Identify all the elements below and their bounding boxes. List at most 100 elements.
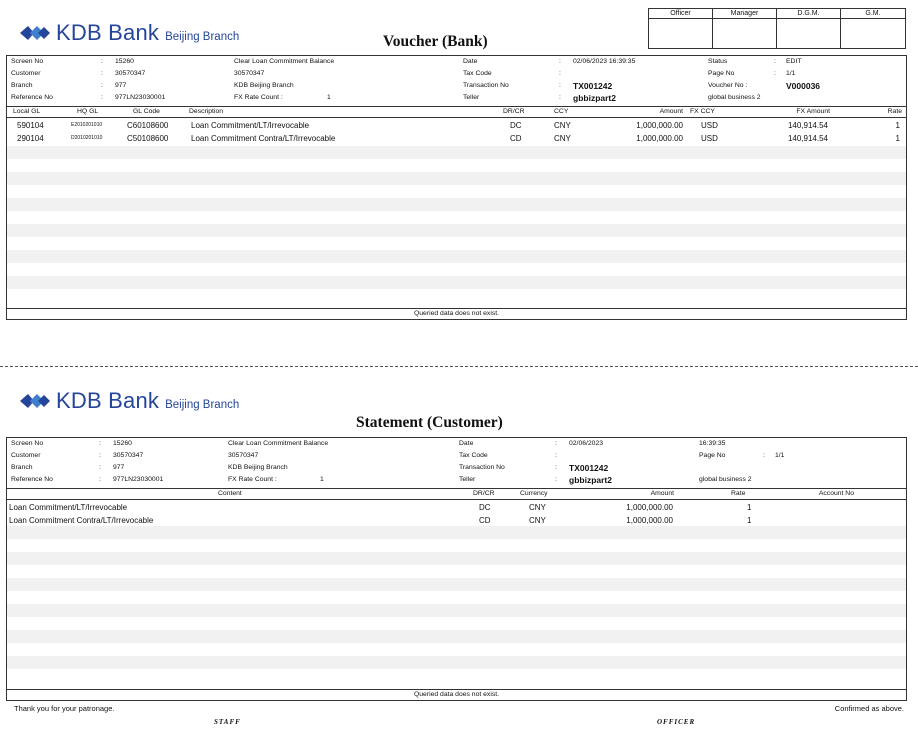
- value: 977: [113, 464, 125, 471]
- cell-hq-gl: E2010201010: [71, 122, 103, 128]
- voucher-table-header: Local GL HQ GL GL Code Description DR/CR…: [7, 106, 906, 118]
- label: Teller: [463, 94, 480, 101]
- brand-branch: Beijing Branch: [165, 30, 240, 43]
- signoff-space: [649, 19, 713, 48]
- label: Voucher No :: [708, 82, 748, 89]
- statement-table-header: Content DR/CR Currency Amount Rate Accou…: [7, 488, 906, 500]
- thanks-text: Thank you for your patronage.: [14, 704, 115, 713]
- label: Status: [708, 58, 728, 65]
- value: KDB Beijing Branch: [228, 464, 288, 471]
- kdb-logo-icon: [20, 394, 50, 408]
- cell-amount: 1,000,000.00: [626, 503, 673, 512]
- value: 1/1: [775, 452, 785, 459]
- col-ccy: CCY: [554, 108, 569, 115]
- brand-name: KDB Bank: [56, 20, 160, 45]
- kdb-logo-icon: [20, 26, 50, 40]
- value: gbbizpart2: [573, 93, 616, 103]
- label: Reference No: [11, 476, 53, 483]
- label: Page No: [699, 452, 726, 459]
- signoff-gm: G.M.: [841, 9, 905, 19]
- table-row[interactable]: 590104 E2010201010 C60108600 Loan Commit…: [7, 119, 906, 132]
- cell-drcr: DC: [479, 503, 491, 512]
- col-drcr: DR/CR: [473, 490, 495, 497]
- row-stripe: [7, 146, 906, 159]
- value: 15260: [115, 58, 134, 65]
- brand-branch: Beijing Branch: [165, 398, 240, 411]
- cell-gl-code: C50108600: [127, 134, 169, 143]
- row-stripe: [7, 224, 906, 237]
- col-hq-gl: HQ GL: [77, 108, 99, 115]
- col-local-gl: Local GL: [13, 108, 41, 115]
- value: Clear Loan Commitment Balance: [228, 440, 329, 447]
- col-rate: Rate: [887, 108, 902, 115]
- cell-fx-ccy: USD: [701, 121, 718, 130]
- col-fx-ccy: FX CCY: [690, 108, 715, 115]
- row-stripe: [7, 198, 906, 211]
- signoff-space: [777, 19, 841, 48]
- value: 977: [115, 82, 127, 89]
- label: Branch: [11, 464, 33, 471]
- voucher-info: Screen No : 15260 Customer : 30570347 Br…: [11, 58, 821, 103]
- cell-rate: 1: [747, 503, 752, 512]
- signoff-officer: Officer: [649, 9, 713, 19]
- cell-local-gl: 590104: [17, 121, 44, 130]
- signoff-space: [841, 19, 905, 48]
- value: 1: [320, 476, 324, 483]
- value: 16:39:35: [699, 440, 726, 447]
- signoff-box: Officer Manager D.G.M. G.M.: [648, 8, 906, 49]
- value: TX001242: [573, 81, 613, 91]
- label: Teller: [459, 476, 476, 483]
- value: 1/1: [786, 70, 796, 77]
- cell-rate: 1: [747, 516, 752, 525]
- cell-ccy: CNY: [554, 134, 571, 143]
- value: 30570347: [115, 70, 146, 77]
- statement-info: Screen No : 15260 Customer : 30570347 Br…: [11, 440, 785, 485]
- label: FX Rate Count :: [234, 94, 283, 101]
- statement-panel: Screen No : 15260 Customer : 30570347 Br…: [6, 437, 907, 701]
- label: Reference No: [11, 94, 53, 101]
- col-gl-code: GL Code: [133, 108, 160, 115]
- value: EDIT: [786, 58, 802, 65]
- value: 30570347: [113, 452, 144, 459]
- cell-ccy: CNY: [554, 121, 571, 130]
- row-stripe: [7, 276, 906, 289]
- cell-drcr: DC: [510, 121, 522, 130]
- row-stripe: [7, 526, 906, 539]
- value: gbbizpart2: [569, 475, 612, 485]
- kdb-logo: KDB Bank Beijing Branch: [18, 20, 239, 46]
- cell-rate: 1: [895, 121, 900, 130]
- value: global business 2: [699, 476, 752, 483]
- value: V000036: [786, 81, 821, 91]
- value: Clear Loan Commitment Balance: [234, 58, 335, 65]
- col-amount: Amount: [659, 108, 683, 115]
- label: Customer: [11, 452, 41, 459]
- label: Date: [463, 58, 478, 65]
- label: Customer: [11, 70, 41, 77]
- cell-amount: 1,000,000.00: [636, 121, 683, 130]
- voucher-footer: Queried data does not exist.: [7, 308, 906, 319]
- page-divider: [0, 366, 918, 367]
- value: 1: [327, 94, 331, 101]
- table-row[interactable]: 290104 D2010201010 C50108600 Loan Commit…: [7, 132, 906, 145]
- kdb-logo: KDB Bank Beijing Branch: [18, 388, 239, 414]
- label: Tax Code: [463, 70, 492, 77]
- cell-hq-gl: D2010201010: [71, 135, 103, 141]
- cell-description: Loan Commitment Contra/LT/Irrevocable: [191, 134, 336, 143]
- voucher-title: Voucher (Bank): [383, 33, 488, 50]
- cell-rate: 1: [895, 134, 900, 143]
- col-description: Description: [189, 108, 223, 115]
- cell-description: Loan Commitment/LT/Irrevocable: [191, 121, 310, 130]
- cell-amount: 1,000,000.00: [636, 134, 683, 143]
- value: 02/06/2023: [569, 440, 604, 447]
- signoff-manager: Manager: [713, 9, 777, 19]
- cell-content: Loan Commitment Contra/LT/Irrevocable: [9, 516, 154, 525]
- col-amount: Amount: [650, 490, 674, 497]
- table-row[interactable]: Loan Commitment/LT/Irrevocable DC CNY 1,…: [7, 501, 906, 514]
- statement-footer: Queried data does not exist.: [7, 689, 906, 700]
- label: FX Rate Count :: [228, 476, 277, 483]
- col-currency: Currency: [520, 490, 548, 497]
- officer-signature-label: OFFICER: [657, 718, 696, 726]
- value: 02/06/2023 16:39:35: [573, 58, 636, 65]
- cell-fx-amount: 140,914.54: [787, 121, 828, 130]
- table-row[interactable]: Loan Commitment Contra/LT/Irrevocable CD…: [7, 514, 906, 527]
